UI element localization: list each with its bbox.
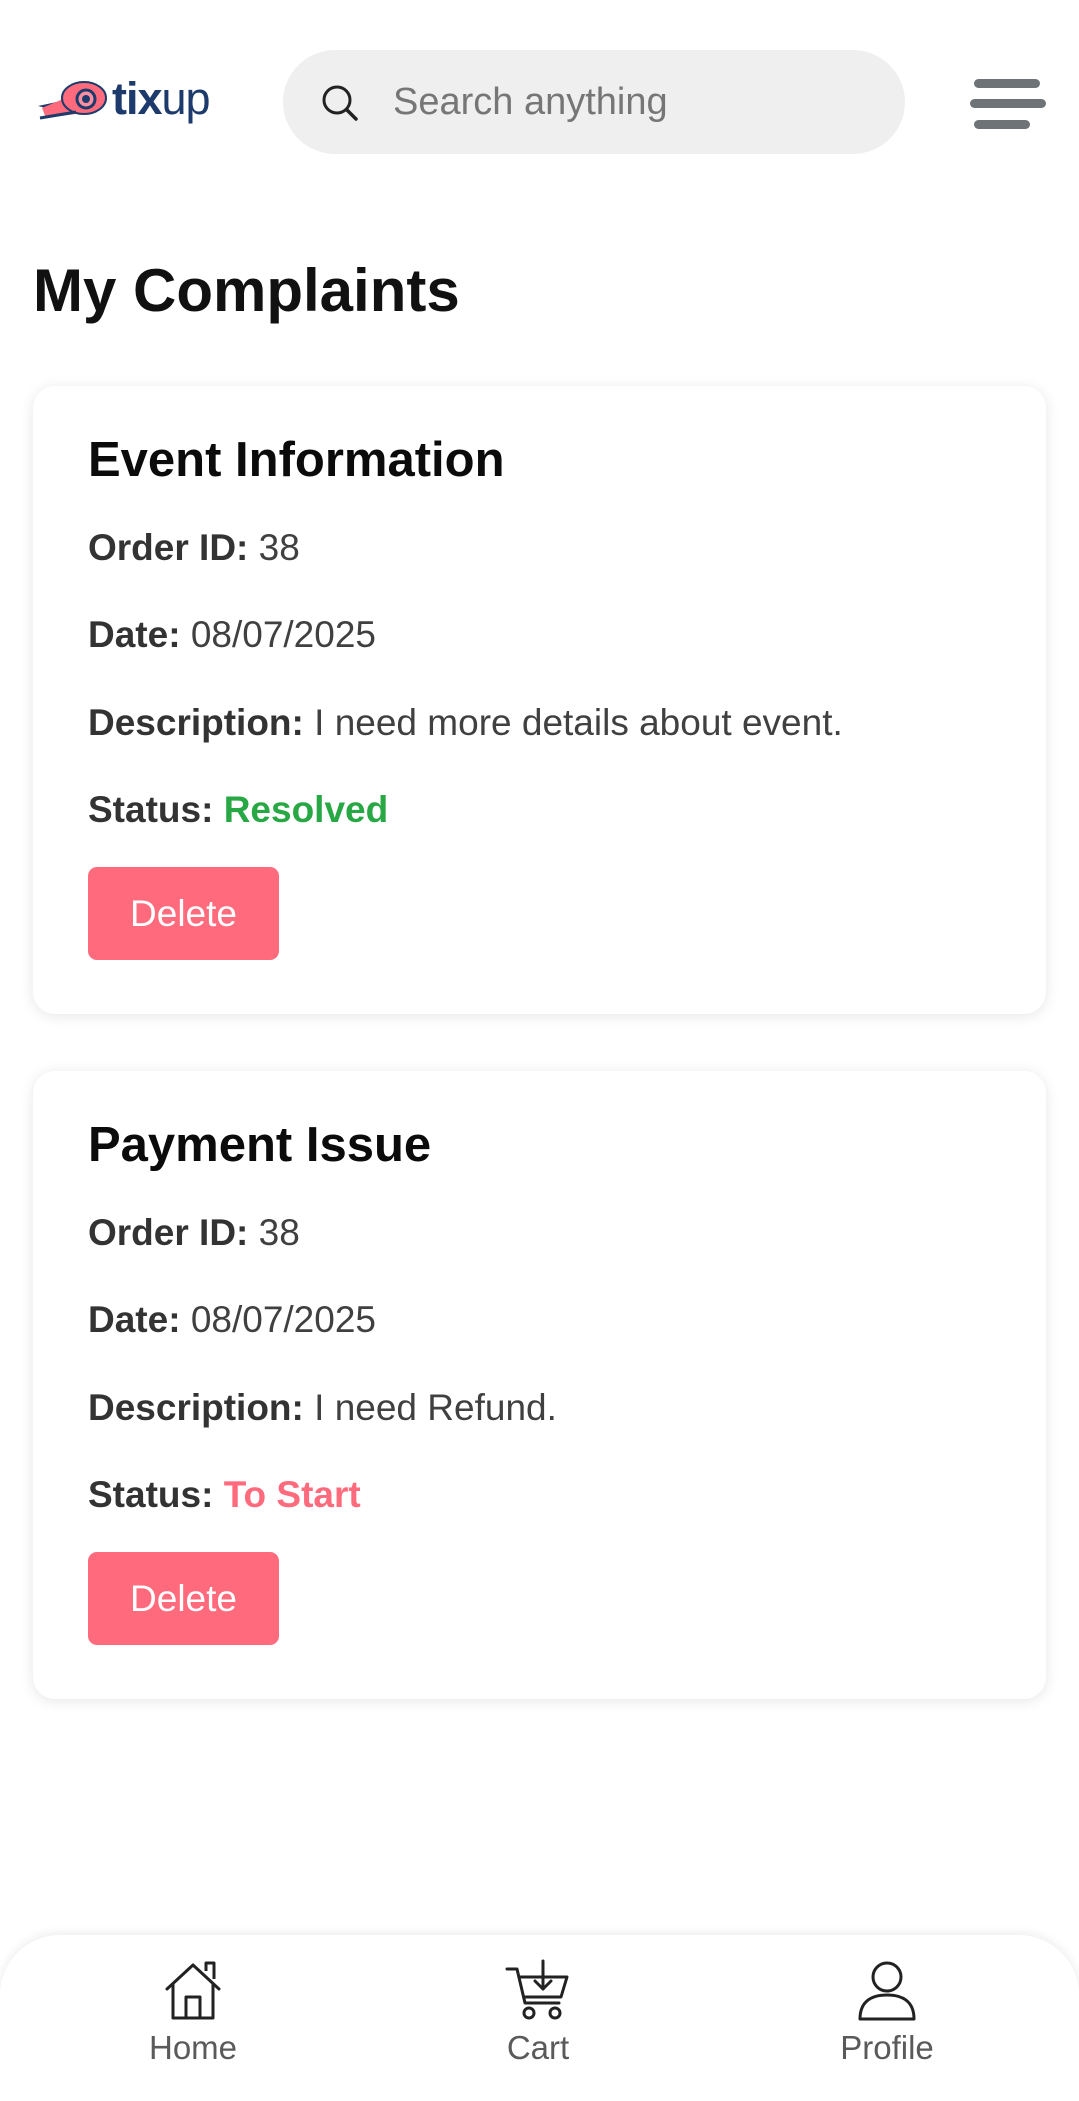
complaint-title: Event Information bbox=[88, 433, 505, 487]
status-row: Status: Resolved bbox=[88, 788, 388, 832]
search-icon bbox=[322, 85, 358, 121]
delete-button[interactable]: Delete bbox=[88, 867, 279, 960]
complaint-card: Payment Issue Order ID: 38 Date: 08/07/2… bbox=[33, 1071, 1046, 1699]
description-label: Description: bbox=[88, 702, 304, 743]
nav-profile[interactable]: Profile bbox=[787, 1959, 987, 2089]
date-label: Date: bbox=[88, 614, 181, 655]
header: tixup bbox=[0, 0, 1079, 205]
tixup-logo[interactable]: tixup bbox=[36, 68, 211, 128]
order-id-label: Order ID: bbox=[88, 527, 249, 568]
page-title: My Complaints bbox=[33, 257, 460, 324]
date-label: Date: bbox=[88, 1299, 181, 1340]
date-row: Date: 08/07/2025 bbox=[88, 1298, 376, 1342]
complaint-title: Payment Issue bbox=[88, 1118, 432, 1172]
search-bar[interactable] bbox=[283, 50, 905, 154]
logo-text: tixup bbox=[112, 72, 211, 124]
date-value: 08/07/2025 bbox=[190, 1299, 376, 1340]
description-value: I need more details about event. bbox=[314, 702, 843, 743]
home-icon bbox=[165, 1961, 221, 2020]
status-value-to-start: To Start bbox=[223, 1474, 361, 1515]
logo-text-up: up bbox=[161, 72, 211, 124]
status-value-resolved: Resolved bbox=[223, 789, 389, 830]
order-id-label: Order ID: bbox=[88, 1212, 249, 1253]
order-id-row: Order ID: 38 bbox=[88, 1211, 300, 1255]
nav-profile-label: Profile bbox=[840, 2029, 934, 2066]
logo-text-tix: tix bbox=[112, 72, 163, 124]
complaint-card: Event Information Order ID: 38 Date: 08/… bbox=[33, 386, 1046, 1014]
date-row: Date: 08/07/2025 bbox=[88, 613, 376, 657]
menu-line bbox=[970, 99, 1046, 108]
cart-icon bbox=[505, 1959, 569, 2020]
nav-cart[interactable]: Cart bbox=[438, 1959, 638, 2089]
nav-cart-label: Cart bbox=[506, 2029, 570, 2066]
status-row: Status: To Start bbox=[88, 1473, 361, 1517]
description-row: Description: I need more details about e… bbox=[88, 701, 843, 745]
status-label: Status: bbox=[88, 1474, 214, 1515]
page: tixup My Complaints Event Information Or… bbox=[0, 0, 1079, 2101]
description-label: Description: bbox=[88, 1387, 304, 1428]
description-value: I need Refund. bbox=[314, 1387, 557, 1428]
order-id-row: Order ID: 38 bbox=[88, 526, 300, 570]
bottom-nav: Home Cart Profile bbox=[0, 1935, 1079, 2101]
order-id-value: 38 bbox=[258, 1212, 300, 1253]
description-row: Description: I need Refund. bbox=[88, 1386, 557, 1430]
profile-icon bbox=[858, 1961, 916, 2021]
date-value: 08/07/2025 bbox=[190, 614, 376, 655]
menu-line bbox=[974, 120, 1030, 129]
hamburger-menu-icon[interactable] bbox=[968, 75, 1048, 133]
nav-home[interactable]: Home bbox=[93, 1959, 293, 2089]
nav-home-label: Home bbox=[148, 2029, 238, 2066]
ticket-roll-icon bbox=[38, 81, 107, 120]
status-label: Status: bbox=[88, 789, 214, 830]
order-id-value: 38 bbox=[258, 527, 300, 568]
search-input[interactable] bbox=[393, 72, 873, 132]
menu-line bbox=[974, 79, 1040, 88]
delete-button[interactable]: Delete bbox=[88, 1552, 279, 1645]
